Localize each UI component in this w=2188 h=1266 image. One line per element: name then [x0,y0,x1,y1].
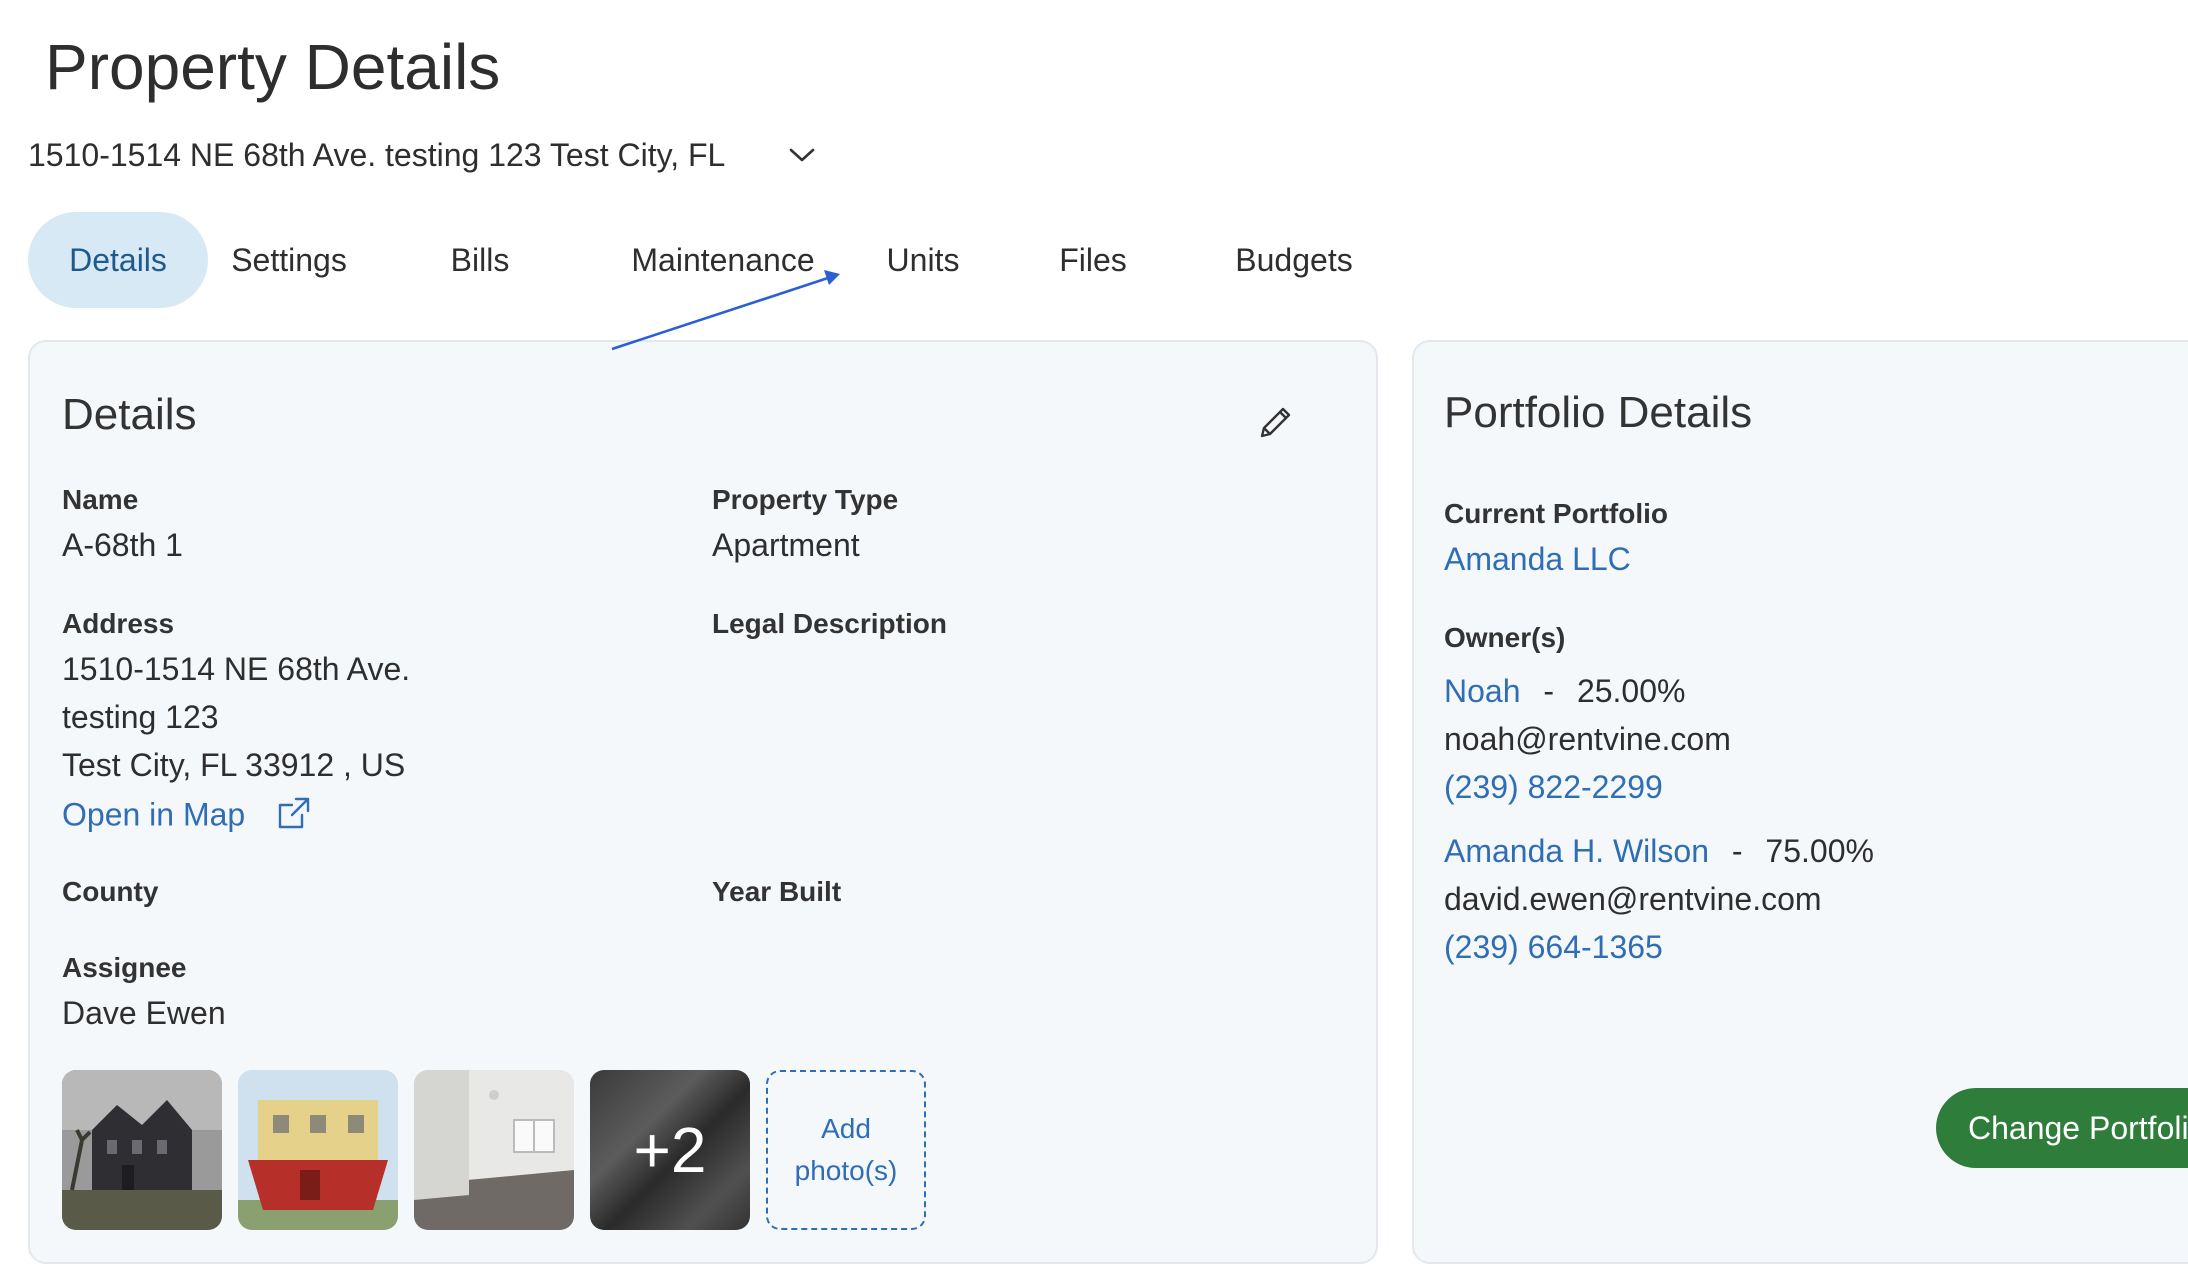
owner-share: 75.00% [1765,833,1874,869]
add-photo-label-1: Add [821,1113,871,1144]
address-line-3: Test City, FL 33912 , US [62,747,406,783]
address-line-2: testing 123 [62,699,219,735]
property-photo-2[interactable] [238,1070,398,1230]
tab-settings[interactable]: Settings [220,212,358,308]
address-line-1: 1510-1514 NE 68th Ave. [62,651,411,687]
owner-email: noah@rentvine.com [1444,721,1731,757]
owner-separator: - [1731,833,1743,869]
owner-separator: - [1543,673,1555,709]
details-card-title: Details [62,390,197,439]
address-label: Address [62,608,175,639]
pencil-icon [1255,403,1295,448]
tab-bills[interactable]: Bills [430,212,530,308]
current-portfolio-link[interactable]: Amanda LLC [1444,541,1631,578]
property-photo-1[interactable] [62,1070,222,1230]
tab-budgets[interactable]: Budgets [1204,212,1384,308]
property-photo-3[interactable] [414,1070,574,1230]
page-title: Property Details [45,31,501,103]
owner-name-link[interactable]: Amanda H. Wilson [1444,833,1709,869]
chevron-down-icon [785,138,819,172]
name-label: Name [62,484,139,515]
assignee-label: Assignee [62,952,187,983]
owner-share: 25.00% [1576,673,1686,709]
change-portfolio-button[interactable]: Change Portfolio [1936,1088,2188,1168]
owner-phone-link[interactable]: (239) 822-2299 [1444,769,1663,806]
property-address-select[interactable]: 1510-1514 NE 68th Ave. testing 123 Test … [28,130,819,180]
open-in-map-label: Open in Map [62,796,246,833]
property-type-value: Apartment [712,527,860,563]
more-photos-button[interactable]: +2 [590,1070,750,1230]
edit-details-button[interactable] [1250,400,1300,450]
portfolio-card-title: Portfolio Details [1444,388,1753,437]
current-portfolio-label: Current Portfolio [1444,498,1668,529]
property-address-value: 1510-1514 NE 68th Ave. testing 123 Test … [28,136,726,173]
tab-details[interactable]: Details [28,212,208,308]
county-label: County [62,876,159,907]
owner-row: Noah - 25.00% [1444,673,1685,710]
owner-email: david.ewen@rentvine.com [1444,881,1822,917]
tab-bar: Details Settings Bills Maintenance Units… [28,212,1428,308]
add-photo-button[interactable]: Add photo(s) [766,1070,926,1230]
legal-description-label: Legal Description [712,608,947,639]
external-link-icon [276,795,312,839]
owner-row: Amanda H. Wilson - 75.00% [1444,833,1874,870]
name-value: A-68th 1 [62,527,183,563]
tab-files[interactable]: Files [1040,212,1146,308]
add-photo-label-2: photo(s) [794,1155,898,1186]
owner-name-link[interactable]: Noah [1444,673,1521,709]
tab-maintenance[interactable]: Maintenance [598,212,848,308]
owner-phone-link[interactable]: (239) 664-1365 [1444,929,1663,966]
year-built-label: Year Built [712,876,842,907]
owners-label: Owner(s) [1444,622,1566,653]
property-type-label: Property Type [712,484,899,515]
open-in-map-link[interactable]: Open in Map [62,795,312,839]
assignee-value: Dave Ewen [62,995,226,1031]
tab-units[interactable]: Units [860,212,986,308]
